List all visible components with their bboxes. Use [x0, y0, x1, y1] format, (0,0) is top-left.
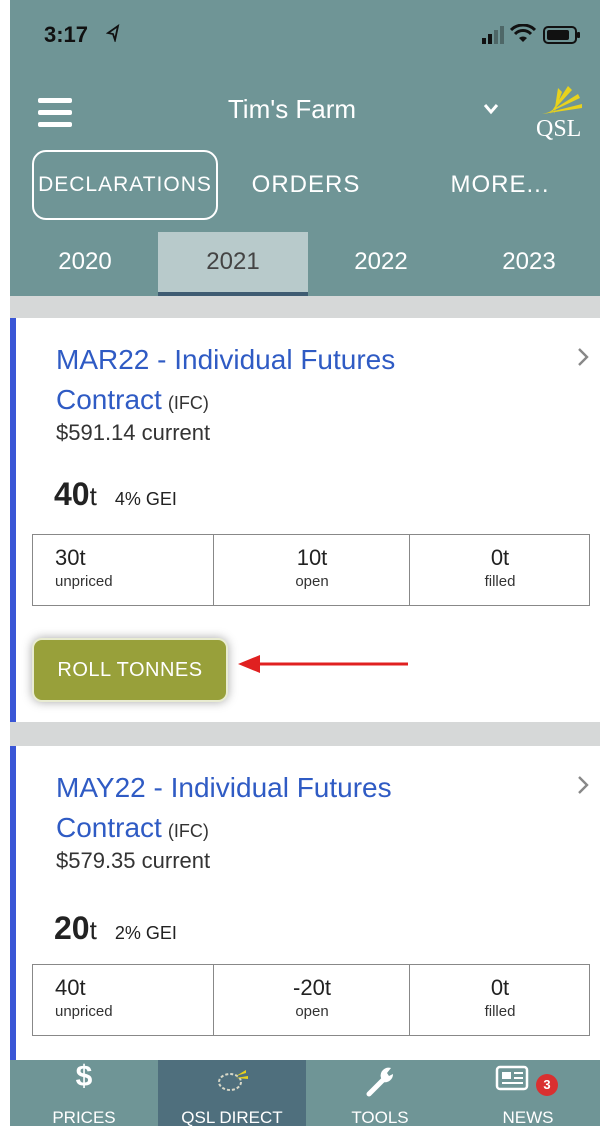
- stat-value: 0t: [490, 545, 510, 570]
- nav-news[interactable]: 3 NEWS: [454, 1060, 600, 1126]
- stat-unpriced: 30t unpriced: [33, 535, 213, 605]
- contract-type: (IFC): [167, 821, 209, 841]
- contract-title-text: MAR22 - Individual Futures Contract: [56, 344, 396, 415]
- year-tabs: 2020 2021 2022 2023: [10, 232, 600, 296]
- svg-text:QSL: QSL: [536, 116, 581, 140]
- nav-qsl-direct[interactable]: QSL DIRECT: [158, 1060, 306, 1126]
- contract-price: $579.35 current: [56, 848, 211, 873]
- contract-card[interactable]: MAY22 - Individual Futures Contract (IFC)…: [10, 746, 600, 1066]
- nav-label: PRICES: [52, 1108, 116, 1126]
- tonnes-stats: 30t unpriced 10t open 0t filled: [32, 534, 590, 606]
- tab-more[interactable]: MORE...: [430, 150, 570, 220]
- stat-label: filled: [484, 1003, 516, 1020]
- stat-value: 30t: [55, 545, 86, 570]
- stat-label: open: [295, 1003, 329, 1020]
- dollar-icon: $: [75, 1060, 93, 1093]
- chevron-down-icon[interactable]: [482, 102, 500, 116]
- nav-label: NEWS: [502, 1108, 554, 1126]
- stat-label: filled: [484, 573, 516, 590]
- chevron-right-icon[interactable]: [576, 774, 590, 796]
- news-badge: 3: [536, 1074, 558, 1096]
- news-icon: [495, 1065, 529, 1091]
- stat-value: -20t: [293, 975, 331, 1000]
- tab-orders[interactable]: ORDERS: [246, 150, 366, 220]
- stat-open: 10t open: [213, 535, 410, 605]
- status-time: 3:17: [44, 22, 89, 47]
- wifi-icon: [510, 24, 536, 42]
- stat-value: 10t: [296, 545, 328, 570]
- card-accent-bar: [10, 746, 16, 1066]
- tonnes-unit: t: [89, 481, 97, 511]
- red-arrow-annotation: [238, 655, 408, 673]
- battery-icon: [543, 26, 580, 44]
- bottom-nav: $ PRICES QSL DIRECT TOOLS 3 NEWS: [10, 1060, 600, 1126]
- gei-value: 2% GEI: [114, 923, 177, 943]
- stat-open: -20t open: [213, 965, 410, 1035]
- stat-label: open: [295, 573, 329, 590]
- stat-unpriced: 40t unpriced: [33, 965, 213, 1035]
- contract-price: $591.14 current: [56, 420, 211, 445]
- qsl-logo: QSL: [536, 86, 582, 140]
- menu-icon[interactable]: [38, 98, 72, 128]
- contract-tonnes: 40t 4% GEI: [54, 476, 177, 513]
- tonnes-stats: 40t unpriced -20t open 0t filled: [32, 964, 590, 1036]
- stat-label: unpriced: [55, 1003, 113, 1020]
- qsl-direct-icon: [218, 1070, 248, 1091]
- chevron-right-icon[interactable]: [576, 346, 590, 368]
- status-bar: 3:17: [10, 0, 600, 68]
- wrench-icon: [366, 1067, 394, 1097]
- nav-tools[interactable]: TOOLS: [306, 1060, 454, 1126]
- year-tab-2020[interactable]: 2020: [10, 232, 160, 292]
- app-screen: 3:17 Tim's Farm QSL DECLARATIONS ORDERS …: [10, 0, 600, 1126]
- contract-tonnes: 20t 2% GEI: [54, 910, 177, 947]
- card-accent-bar: [10, 318, 16, 722]
- contract-title-text: MAY22 - Individual Futures Contract: [56, 772, 392, 843]
- tab-declarations[interactable]: DECLARATIONS: [32, 150, 218, 220]
- signal-icon: [482, 26, 504, 44]
- nav-label: QSL DIRECT: [181, 1108, 283, 1126]
- stat-filled: 0t filled: [409, 965, 590, 1035]
- tonnes-unit: t: [89, 915, 97, 945]
- location-arrow-icon: [106, 24, 120, 42]
- contract-type: (IFC): [167, 393, 209, 413]
- roll-tonnes-button[interactable]: ROLL TONNES: [32, 638, 228, 702]
- left-margin: [0, 0, 10, 1126]
- farm-selector-label[interactable]: Tim's Farm: [222, 94, 362, 125]
- contract-title[interactable]: MAR22 - Individual Futures Contract (IFC): [56, 340, 526, 423]
- year-tab-2021[interactable]: 2021: [158, 232, 308, 296]
- stat-filled: 0t filled: [409, 535, 590, 605]
- year-tab-2023[interactable]: 2023: [454, 232, 600, 292]
- stat-label: unpriced: [55, 573, 113, 590]
- contract-card[interactable]: MAR22 - Individual Futures Contract (IFC)…: [10, 318, 600, 722]
- stat-value: 0t: [490, 975, 510, 1000]
- contract-title[interactable]: MAY22 - Individual Futures Contract (IFC): [56, 768, 526, 851]
- year-tab-2022[interactable]: 2022: [306, 232, 456, 292]
- gei-value: 4% GEI: [114, 489, 177, 509]
- nav-prices[interactable]: $ PRICES: [10, 1060, 158, 1126]
- stat-value: 40t: [55, 975, 86, 1000]
- tonnes-value: 40: [54, 476, 90, 512]
- nav-label: TOOLS: [351, 1108, 409, 1126]
- app-header: 3:17 Tim's Farm QSL DECLARATIONS ORDERS …: [10, 0, 600, 296]
- tonnes-value: 20: [54, 910, 90, 946]
- main-tabs: DECLARATIONS ORDERS MORE...: [10, 150, 600, 224]
